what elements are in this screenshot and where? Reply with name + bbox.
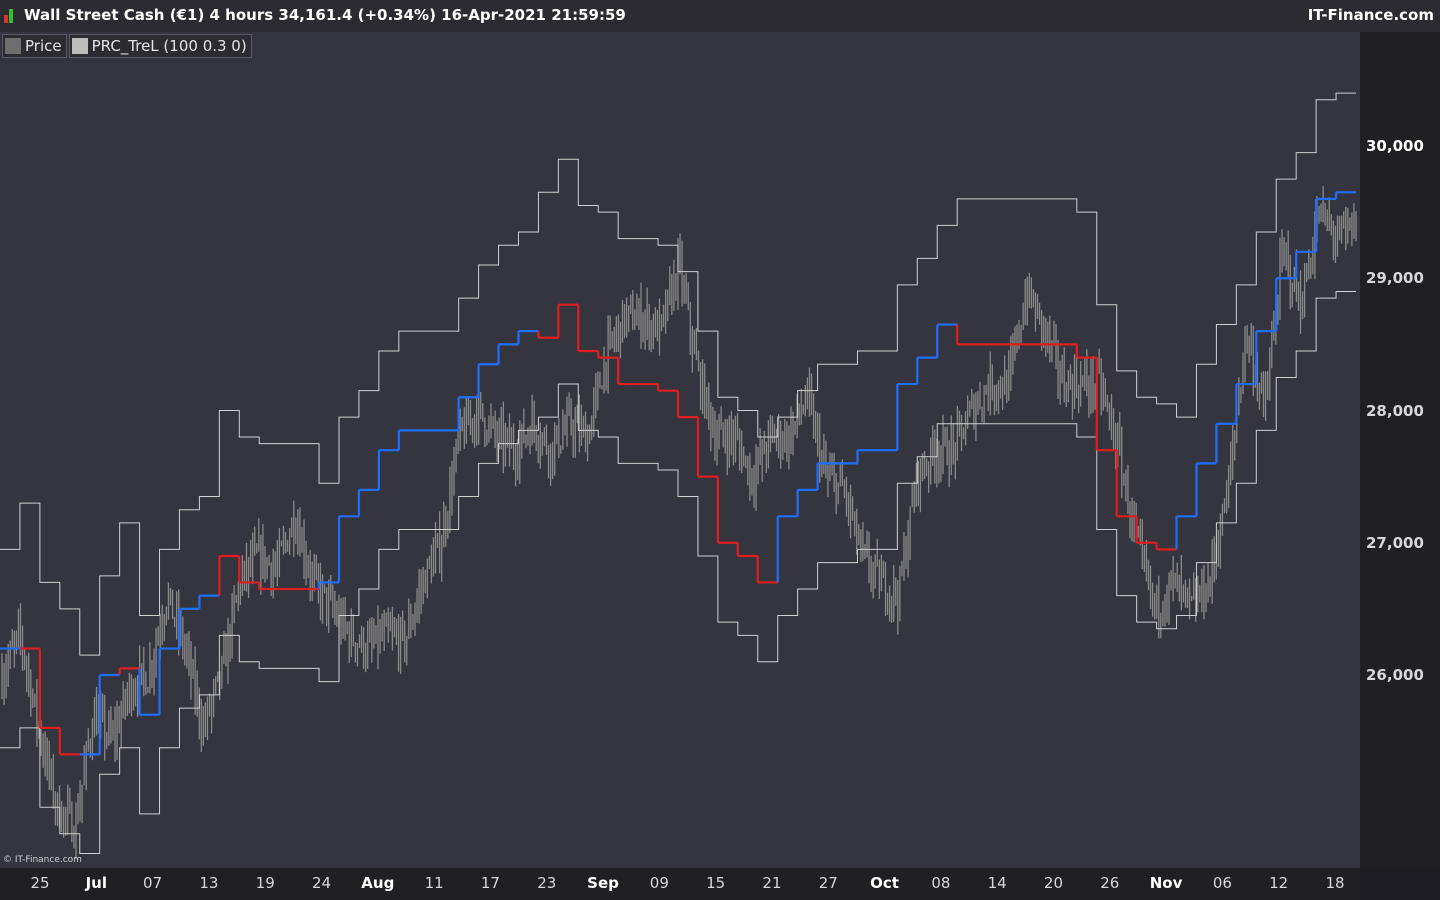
x-day-label: 15 bbox=[706, 874, 726, 892]
x-day-label: 13 bbox=[199, 874, 219, 892]
x-month-label: Nov bbox=[1149, 874, 1183, 892]
upper-band-line bbox=[0, 92, 1356, 656]
x-day-label: 18 bbox=[1325, 874, 1345, 892]
plot-area[interactable] bbox=[0, 32, 1360, 868]
price-change-icon bbox=[4, 9, 13, 23]
price-chart[interactable] bbox=[0, 32, 1360, 868]
y-tick-label: 26,000 bbox=[1366, 666, 1424, 684]
x-day-label: 26 bbox=[1100, 874, 1120, 892]
y-tick-label: 30,000 bbox=[1366, 137, 1424, 155]
x-day-label: 07 bbox=[143, 874, 163, 892]
x-day-label: 20 bbox=[1043, 874, 1064, 892]
legend-swatch-price bbox=[5, 38, 21, 54]
price-down-bar bbox=[4, 15, 8, 23]
price-bars bbox=[1, 185, 1357, 860]
legend-item-indicator[interactable]: PRC_TreL (100 0.3 0) bbox=[68, 34, 252, 58]
x-day-label: 09 bbox=[649, 874, 669, 892]
x-month-label: Jul bbox=[85, 874, 107, 892]
copyright-label: © IT-Finance.com bbox=[3, 855, 82, 865]
y-tick-label: 28,000 bbox=[1366, 401, 1424, 420]
legend-swatch-indicator bbox=[71, 38, 88, 54]
instrument-title: Wall Street Cash (€1) 4 hours 34,161.4 (… bbox=[24, 6, 626, 24]
x-day-label: 21 bbox=[762, 874, 782, 892]
x-day-label: 12 bbox=[1269, 874, 1289, 892]
brand-label[interactable]: IT-Finance.com bbox=[1308, 6, 1434, 24]
time-axis[interactable]: 25 Jul 07 13 19 24 Aug 11 17 23 Sep 09 15 21 27 Oct 08 14… bbox=[0, 868, 1360, 900]
legend-item-price[interactable]: Price bbox=[2, 34, 67, 58]
x-month-label: Oct bbox=[870, 874, 899, 892]
x-day-label: 14 bbox=[987, 874, 1007, 892]
lower-band-line bbox=[0, 290, 1356, 855]
x-day-label: 06 bbox=[1212, 874, 1232, 892]
x-day-label: 27 bbox=[818, 874, 838, 892]
legend-label-price: Price bbox=[25, 37, 62, 55]
y-tick-label: 29,000 bbox=[1366, 269, 1424, 288]
x-day-label: 23 bbox=[537, 874, 557, 892]
x-day-label: 19 bbox=[255, 874, 275, 892]
title-bar: Wall Street Cash (€1) 4 hours 34,161.4 (… bbox=[0, 0, 1440, 32]
legend-label-indicator: PRC_TreL (100 0.3 0) bbox=[91, 37, 247, 55]
y-tick-label: 27,000 bbox=[1366, 533, 1424, 552]
price-axis[interactable]: 30,000 29,000 28,000 27,000 26,000 bbox=[1360, 32, 1440, 868]
legend: Price PRC_TreL (100 0.3 0) bbox=[2, 34, 252, 58]
x-day-label: 11 bbox=[424, 874, 444, 892]
x-day-label: 17 bbox=[480, 874, 500, 892]
price-up-bar bbox=[9, 9, 13, 23]
x-day-label: 08 bbox=[931, 874, 951, 892]
x-day-label: 25 bbox=[30, 874, 50, 892]
x-month-label: Aug bbox=[361, 874, 395, 892]
x-month-label: Sep bbox=[587, 874, 619, 892]
x-day-label: 24 bbox=[311, 874, 332, 892]
